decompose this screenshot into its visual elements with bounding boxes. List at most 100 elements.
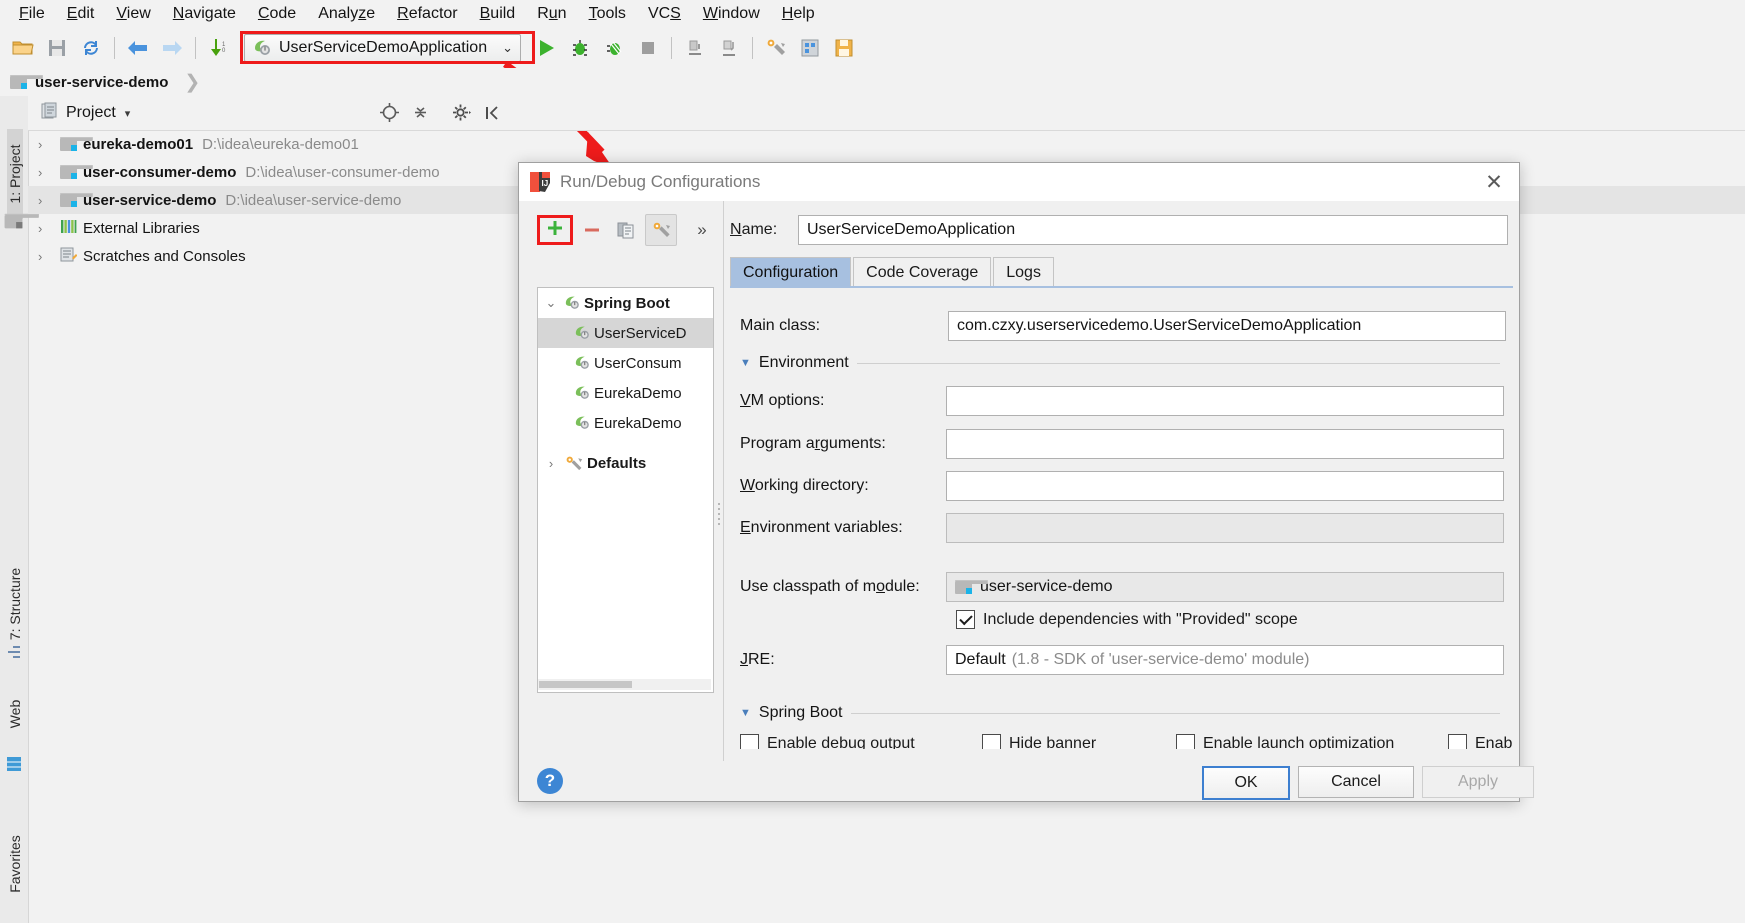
enable-debug-output-row[interactable]: Enable debug output (740, 734, 915, 749)
configurations-list-scrollbar[interactable] (538, 679, 711, 690)
chevron-right-icon[interactable]: › (38, 193, 60, 208)
save-icon[interactable] (829, 33, 859, 63)
save-all-icon[interactable] (42, 33, 72, 63)
main-class-input[interactable]: com.czxy.userservicedemo.UserServiceDemo… (948, 311, 1506, 341)
tab-logs[interactable]: Logs (993, 257, 1054, 288)
menu-item-help[interactable]: Help (771, 2, 826, 26)
settings-icon[interactable] (761, 33, 791, 63)
enable-trailing-row[interactable]: Enab (1448, 734, 1512, 749)
close-icon[interactable]: ✕ (1479, 167, 1509, 197)
config-tree-row-eurekademo-2[interactable]: EurekaDemo (538, 408, 713, 438)
add-configuration-button[interactable] (546, 219, 564, 241)
ok-button[interactable]: OK (1202, 766, 1290, 800)
menu-item-run[interactable]: Run (526, 2, 577, 26)
left-tool-stripe: 1: Project 7: Structure Web Favorites (0, 96, 40, 923)
classpath-module-select[interactable]: user-service-demo (946, 572, 1504, 602)
chevron-right-icon[interactable]: › (38, 137, 60, 152)
sidebar-item-web[interactable]: Web (7, 669, 23, 759)
config-tree-row-userconsumerdemo[interactable]: UserConsum (538, 348, 713, 378)
hide-icon[interactable] (484, 104, 502, 126)
collapse-all-icon[interactable] (411, 103, 430, 126)
menu-item-code[interactable]: Code (247, 2, 307, 26)
back-icon[interactable] (123, 33, 153, 63)
enable-launch-optimization-row[interactable]: Enable launch optimization (1176, 734, 1394, 749)
config-tree-row-eurekademo-1[interactable]: EurekaDemo (538, 378, 713, 408)
sidebar-item-favorites[interactable]: Favorites (7, 819, 23, 909)
configurations-list[interactable]: ⌄ Spring Boot UserServiceD UserConsum Eu… (537, 287, 714, 693)
menu-item-build[interactable]: Build (469, 2, 527, 26)
enable-trailing-checkbox[interactable] (1448, 734, 1467, 749)
config-tree-row-userservicedemo[interactable]: UserServiceD (538, 318, 713, 348)
include-provided-scope-checkbox[interactable] (956, 610, 975, 629)
edit-defaults-button[interactable] (645, 214, 677, 246)
include-provided-scope-row[interactable]: Include dependencies with "Provided" sco… (956, 610, 1298, 629)
chevron-right-icon[interactable]: › (538, 456, 564, 471)
tree-row-eureka-demo01[interactable]: › eureka-demo01 D:\idea\eureka-demo01 (28, 130, 1745, 158)
profile-icon[interactable] (680, 33, 710, 63)
menu-item-analyze[interactable]: Analyze (307, 2, 386, 26)
name-input[interactable]: UserServiceDemoApplication (798, 215, 1508, 245)
help-button[interactable]: ? (537, 768, 563, 794)
enable-launch-optimization-checkbox[interactable] (1176, 734, 1195, 749)
menu-item-navigate[interactable]: Navigate (162, 2, 247, 26)
chevron-right-icon[interactable]: › (38, 165, 60, 180)
chevron-down-icon[interactable]: ⌄ (538, 295, 564, 311)
spring-boot-section-header[interactable]: ▼ Spring Boot (740, 704, 1500, 722)
chevron-right-icon[interactable]: › (38, 249, 60, 264)
menu-item-refactor[interactable]: Refactor (386, 2, 468, 26)
menu-item-window[interactable]: Window (692, 2, 771, 26)
update-project-icon[interactable]: 10 (204, 33, 234, 63)
config-tree-row-defaults[interactable]: › Defaults (538, 448, 713, 478)
sidebar-item-structure[interactable]: 7: Structure (7, 559, 23, 649)
enable-debug-output-checkbox[interactable] (740, 734, 759, 749)
sidebar-item-project[interactable]: 1: Project (7, 129, 23, 219)
triangle-down-icon[interactable]: ▼ (740, 357, 751, 369)
jre-select[interactable]: Default (1.8 - SDK of 'user-service-demo… (946, 645, 1504, 675)
menu-item-vcs[interactable]: VCS (637, 2, 692, 26)
hide-banner-checkbox[interactable] (982, 734, 1001, 749)
project-structure-icon[interactable] (795, 33, 825, 63)
forward-icon[interactable] (157, 33, 187, 63)
jre-row: JRE: Default (1.8 - SDK of 'user-service… (740, 645, 1504, 675)
cancel-button[interactable]: Cancel (1298, 766, 1414, 798)
remove-configuration-button[interactable] (577, 215, 607, 245)
scrollbar-thumb[interactable] (539, 681, 632, 688)
menu-item-file[interactable]: FFileile (8, 2, 56, 26)
copy-configuration-button[interactable] (611, 215, 641, 245)
jre-hint: (1.8 - SDK of 'user-service-demo' module… (1011, 651, 1310, 668)
menu-item-edit[interactable]: Edit (56, 2, 106, 26)
gear-icon[interactable] (452, 103, 472, 126)
tab-code-coverage[interactable]: Code Coverage (853, 257, 992, 288)
run-configuration-selector[interactable]: UserServiceDemoApplication ⌄ (244, 34, 521, 62)
working-directory-input[interactable] (946, 471, 1504, 501)
coverage-icon[interactable] (599, 33, 629, 63)
locate-icon[interactable] (380, 103, 399, 126)
program-arguments-input[interactable] (946, 429, 1504, 459)
chevron-right-icon[interactable]: › (38, 221, 60, 236)
menu-item-view[interactable]: View (105, 2, 161, 26)
section-divider (856, 362, 1500, 364)
triangle-down-icon[interactable]: ▼ (740, 707, 751, 719)
classpath-module-value: user-service-demo (980, 578, 1113, 595)
attach-icon[interactable] (714, 33, 744, 63)
environment-variables-input[interactable] (946, 513, 1504, 543)
sync-icon[interactable] (76, 33, 106, 63)
vm-options-input[interactable] (946, 386, 1504, 416)
environment-section-header[interactable]: ▼ Environment (740, 354, 1500, 372)
menu-item-tools[interactable]: Tools (578, 2, 637, 26)
tree-row-path: D:\idea\eureka-demo01 (202, 135, 359, 153)
configuration-tabs: Configuration Code Coverage Logs (730, 257, 1056, 288)
run-icon[interactable] (531, 33, 561, 63)
stop-icon[interactable] (633, 33, 663, 63)
config-tree-row-spring-boot[interactable]: ⌄ Spring Boot (538, 288, 713, 318)
more-actions-button[interactable]: » (687, 215, 717, 245)
tab-configuration[interactable]: Configuration (730, 257, 852, 288)
breadcrumb-project[interactable]: user-service-demo (35, 74, 168, 91)
dialog-splitter-handle[interactable] (715, 499, 723, 529)
open-folder-icon[interactable] (8, 33, 38, 63)
hide-banner-row[interactable]: Hide banner (982, 734, 1096, 749)
chevron-down-icon[interactable]: ▾ (125, 107, 131, 120)
breadcrumb-separator-icon: ❯ (184, 71, 201, 93)
chevron-down-icon[interactable]: ⌄ (502, 40, 513, 56)
debug-icon[interactable] (565, 33, 595, 63)
